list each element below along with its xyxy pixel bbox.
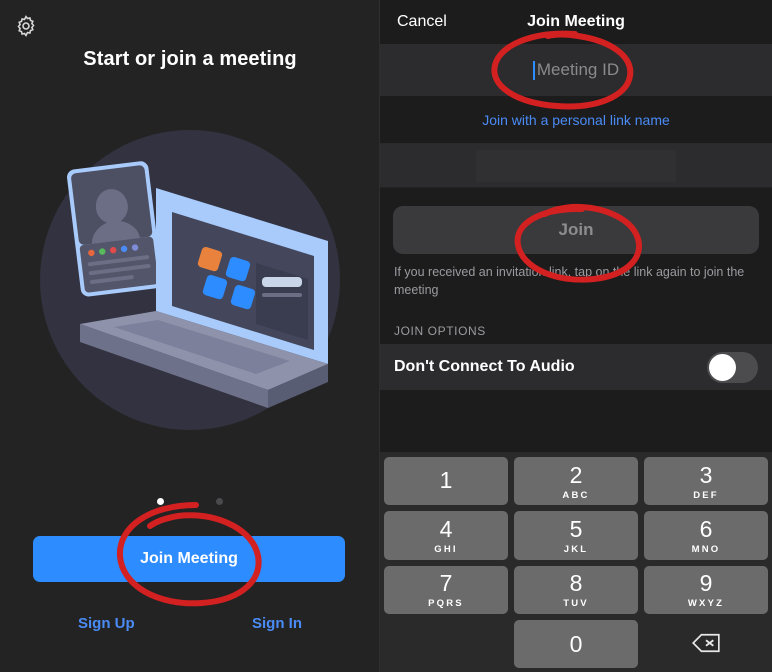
dont-connect-audio-toggle[interactable] <box>707 351 758 383</box>
join-with-personal-link[interactable]: Join with a personal link name <box>482 112 670 128</box>
key-letters: GHI <box>434 543 458 555</box>
auth-links: Sign Up Sign In <box>0 615 380 632</box>
toggle-knob <box>709 353 736 381</box>
dont-connect-audio-label: Don't Connect To Audio <box>394 358 575 376</box>
personal-link-row: Join with a personal link name <box>380 96 772 144</box>
join-options-header: JOIN OPTIONS <box>394 324 486 339</box>
key-letters: PQRS <box>428 598 464 610</box>
key-letters: MNO <box>691 543 721 555</box>
keypad-backspace-key[interactable] <box>644 620 768 668</box>
app-root: Start or join a meeting Join Meeting Sig… <box>0 0 772 672</box>
keypad-key-3[interactable]: 3 DEF <box>644 457 768 506</box>
page-title: Start or join a meeting <box>83 48 297 70</box>
name-input[interactable] <box>380 144 772 188</box>
key-digit: 6 <box>699 515 713 542</box>
page-dot-2[interactable] <box>216 498 223 505</box>
join-meeting-button[interactable]: Join Meeting <box>33 536 345 582</box>
key-letters: JKL <box>563 543 589 555</box>
key-digit: 3 <box>699 461 713 488</box>
backspace-icon <box>691 632 721 657</box>
keypad-key-blank <box>384 620 508 668</box>
key-letters: DEF <box>693 489 719 501</box>
key-letters: TUV <box>563 598 589 610</box>
key-letters: WXYZ <box>687 598 725 610</box>
illustration <box>28 128 352 438</box>
keypad-key-4[interactable]: 4 GHI <box>384 511 508 560</box>
join-meeting-panel: Cancel Join Meeting Meeting ID Join with… <box>380 0 772 672</box>
page-indicator <box>0 498 380 505</box>
key-digit: 2 <box>569 461 583 488</box>
key-digit: 7 <box>439 570 453 597</box>
key-digit: 1 <box>439 467 453 494</box>
key-digit: 5 <box>569 515 583 542</box>
keypad-key-9[interactable]: 9 WXYZ <box>644 565 768 614</box>
nav-bar: Cancel Join Meeting <box>380 0 772 44</box>
key-digit: 4 <box>439 515 453 542</box>
sign-in-link[interactable]: Sign In <box>252 615 302 632</box>
key-digit: 0 <box>569 631 583 658</box>
text-caret <box>532 60 535 80</box>
join-button[interactable]: Join <box>393 206 759 254</box>
keypad-key-5[interactable]: 5 JKL <box>514 511 638 560</box>
sign-up-link[interactable]: Sign Up <box>78 615 135 632</box>
page-dot-1[interactable] <box>157 498 164 505</box>
key-letters: ABC <box>562 489 590 501</box>
key-digit: 8 <box>569 570 583 597</box>
key-digit: 9 <box>699 570 713 597</box>
meeting-id-placeholder: Meeting ID <box>536 60 620 79</box>
meeting-id-input[interactable]: Meeting ID <box>380 44 772 96</box>
left-panel: Start or join a meeting Join Meeting Sig… <box>0 0 380 672</box>
nav-title: Join Meeting <box>527 13 625 30</box>
keypad-key-2[interactable]: 2 ABC <box>514 457 638 506</box>
keypad-key-6[interactable]: 6 MNO <box>644 511 768 560</box>
dont-connect-audio-row[interactable]: Don't Connect To Audio <box>380 344 772 391</box>
keypad-key-0[interactable]: 0 <box>514 619 638 668</box>
numeric-keypad: 1 2 ABC 3 DEF 4 GHI 5 JKL 6 MNO 7 PQRS 8… <box>380 452 772 672</box>
keypad-key-1[interactable]: 1 <box>384 457 508 506</box>
keypad-key-8[interactable]: 8 TUV <box>514 565 638 614</box>
keypad-key-7[interactable]: 7 PQRS <box>384 565 508 614</box>
gear-icon[interactable] <box>14 14 38 38</box>
helper-text: If you received an invitation link, tap … <box>394 265 745 298</box>
